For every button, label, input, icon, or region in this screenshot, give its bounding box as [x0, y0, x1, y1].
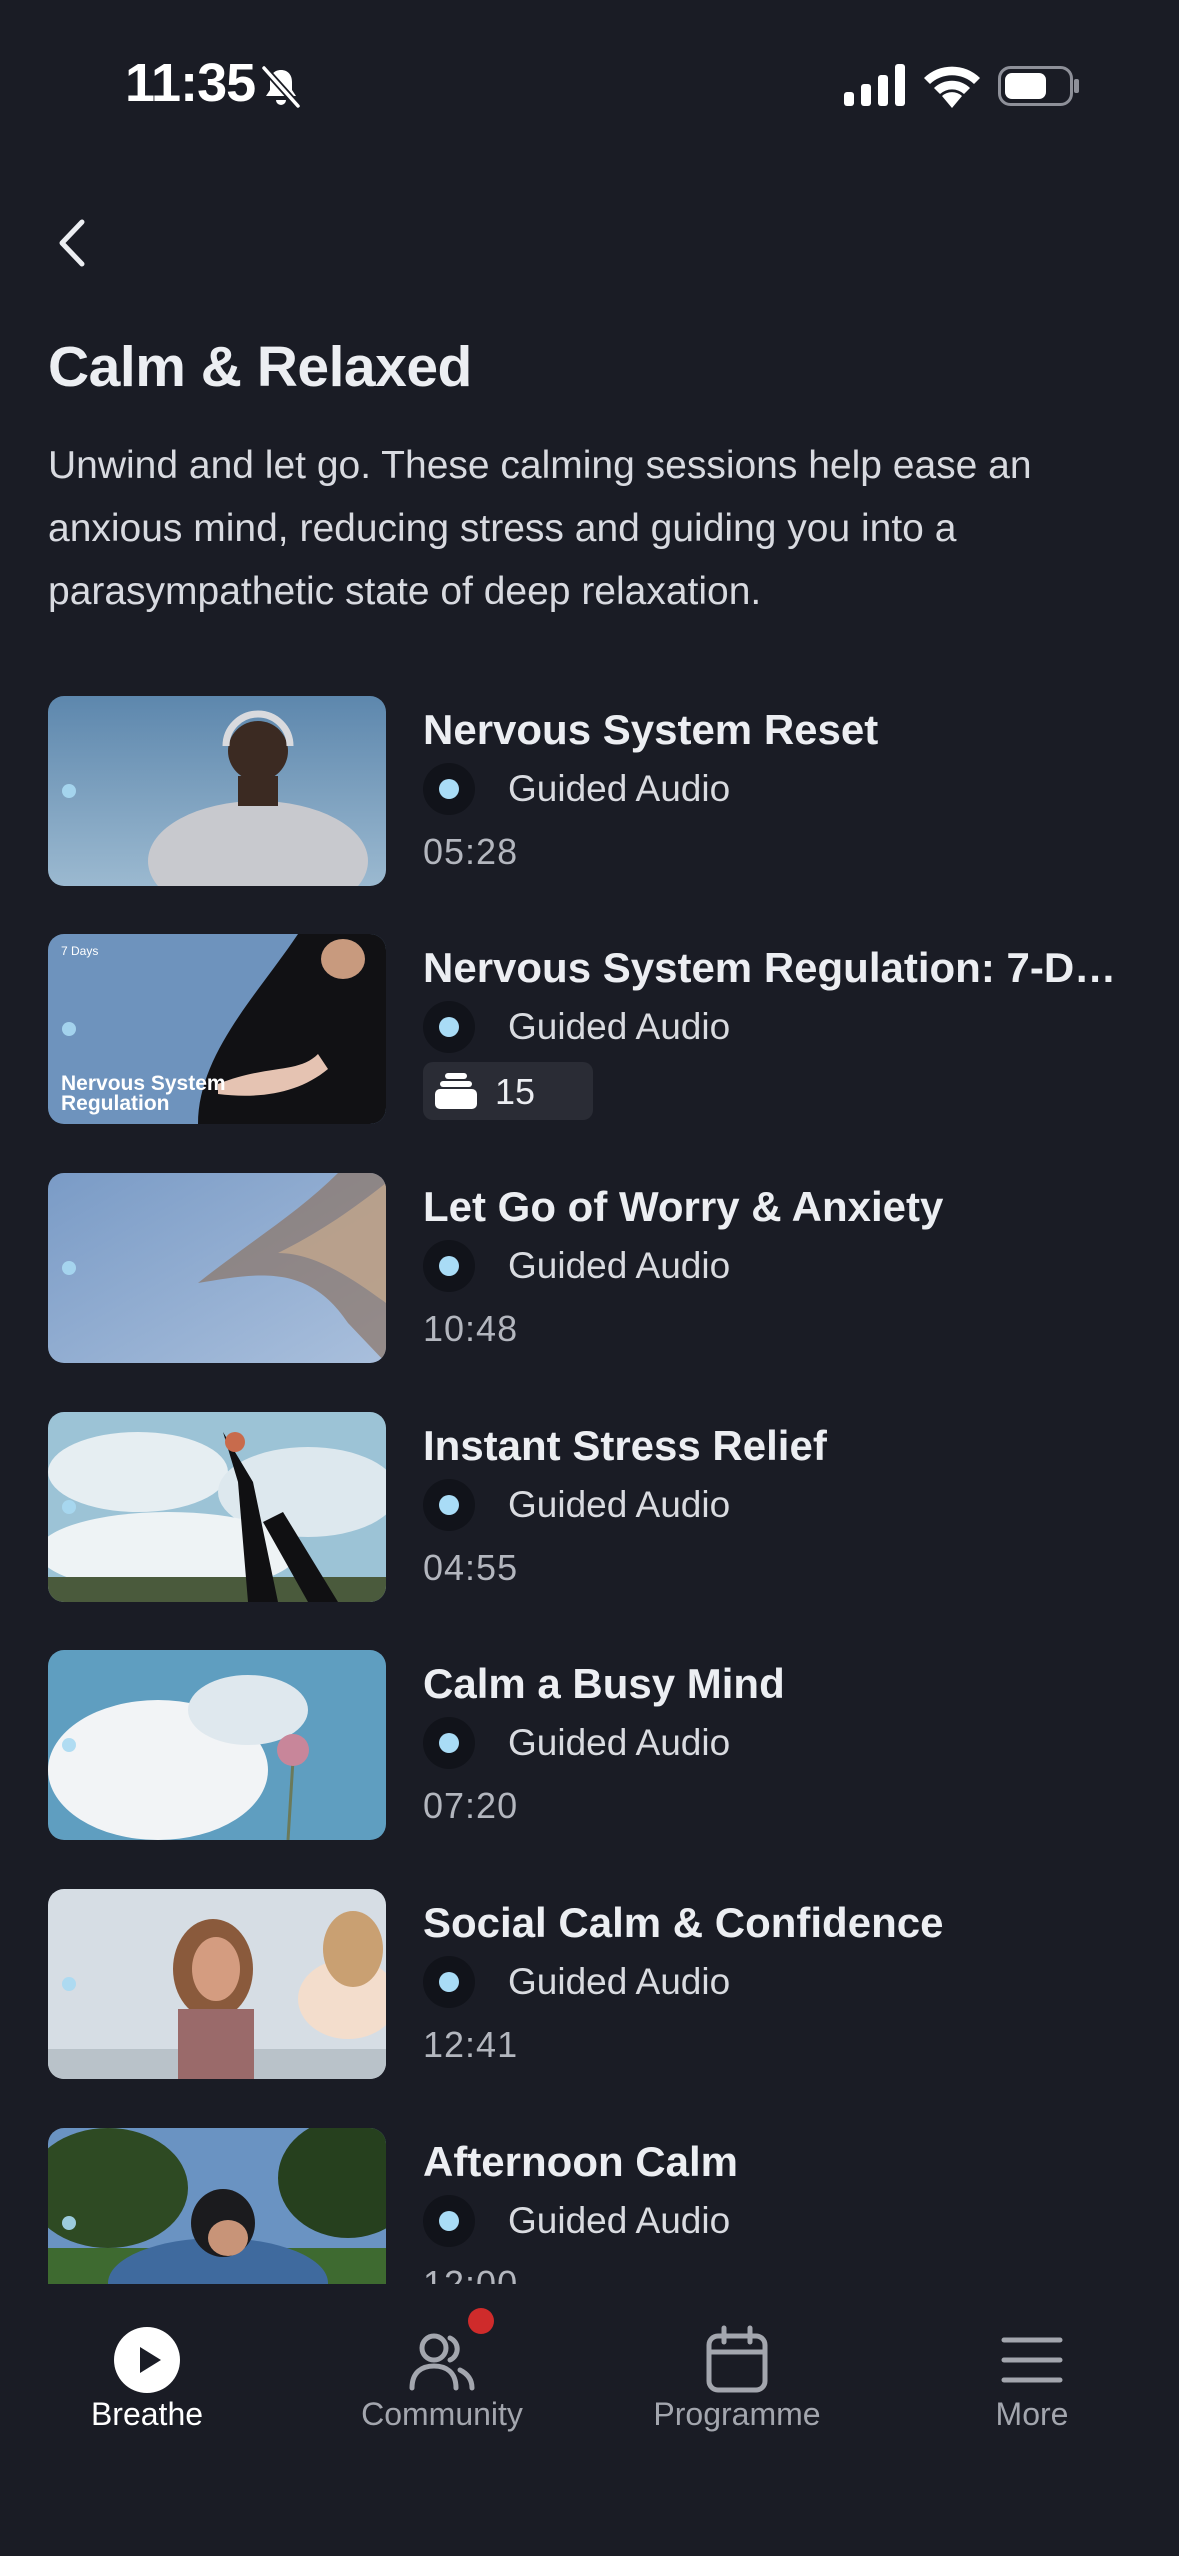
session-type: Guided Audio	[508, 1722, 731, 1763]
calendar-icon	[706, 2325, 768, 2393]
audio-dot-icon	[423, 1717, 475, 1769]
session-item[interactable]: Social Calm & Confidence Guided Audio 12…	[48, 1889, 1138, 2081]
people-icon	[409, 2333, 475, 2391]
session-item[interactable]: Calm a Busy Mind Guided Audio 07:20	[48, 1650, 1138, 1842]
tab-label: Programme	[653, 2396, 821, 2432]
session-duration: 07:20	[423, 1785, 519, 1826]
thumbnail-dot	[62, 1738, 76, 1752]
tab-bar: Breathe Community Programme More	[0, 2284, 1179, 2556]
session-type: Guided Audio	[508, 768, 731, 809]
session-thumbnail	[48, 1412, 386, 1602]
screen: 11:35 Calm & Relaxed Unwind and let go.	[0, 0, 1179, 2556]
session-count-badge: 15	[423, 1062, 593, 1120]
thumbnail-dot	[62, 1261, 76, 1275]
session-title: Instant Stress Relief	[423, 1422, 827, 1469]
status-bar: 11:35	[0, 0, 1179, 150]
bell-off-icon	[261, 65, 301, 109]
battery-icon	[998, 66, 1079, 106]
session-thumbnail	[48, 2128, 386, 2284]
session-item[interactable]: Nervous System Reset Guided Audio 05:28	[48, 696, 1138, 888]
session-list: Nervous System Reset Guided Audio 05:28 …	[48, 696, 1138, 2284]
session-title: Social Calm & Confidence	[423, 1899, 944, 1946]
session-duration: 10:48	[423, 1308, 519, 1349]
menu-icon	[1001, 2337, 1063, 2383]
session-title: Calm a Busy Mind	[423, 1660, 785, 1707]
session-duration: 04:55	[423, 1547, 519, 1588]
session-item[interactable]: Afternoon Calm Guided Audio 12:00	[48, 2128, 1138, 2284]
wifi-icon	[924, 66, 980, 108]
thumbnail-tag: 7 Days	[61, 944, 99, 958]
session-thumbnail: 7 Days Nervous System Regulation	[48, 934, 386, 1124]
audio-dot-icon	[423, 1479, 475, 1531]
session-item[interactable]: Let Go of Worry & Anxiety Guided Audio 1…	[48, 1173, 1138, 1365]
session-title: Nervous System Regulation: 7-Day Course	[423, 944, 1138, 991]
thumbnail-dot	[62, 1022, 76, 1036]
tab-more[interactable]: More	[912, 2284, 1152, 2444]
status-time: 11:35	[125, 53, 256, 113]
audio-dot-icon	[423, 1001, 475, 1053]
play-circle-icon	[114, 2327, 180, 2393]
session-type: Guided Audio	[508, 2200, 731, 2241]
page-title: Calm & Relaxed	[48, 335, 472, 399]
tab-label: Breathe	[90, 2396, 204, 2432]
tab-breathe[interactable]: Breathe	[27, 2284, 267, 2444]
session-thumbnail	[48, 1889, 386, 2079]
session-count: 15	[495, 1071, 536, 1112]
session-thumbnail	[48, 1650, 386, 1840]
session-duration: 12:41	[423, 2024, 519, 2065]
audio-dot-icon	[423, 763, 475, 815]
tab-label: More	[995, 2396, 1069, 2432]
session-duration: 05:28	[423, 831, 519, 872]
session-duration: 12:00	[423, 2263, 519, 2284]
audio-dot-icon	[423, 1240, 475, 1292]
thumbnail-dot	[62, 1977, 76, 1991]
thumbnail-caption: Nervous System Regulation	[61, 1072, 226, 1115]
session-item[interactable]: 7 Days Nervous System Regulation Nervous …	[48, 934, 1138, 1126]
tab-community[interactable]: Community	[322, 2284, 562, 2444]
back-button[interactable]	[48, 214, 96, 272]
thumbnail-dot	[62, 784, 76, 798]
session-type: Guided Audio	[508, 1484, 731, 1525]
tab-label: Community	[361, 2396, 523, 2432]
notification-dot	[468, 2308, 494, 2334]
thumbnail-dot	[62, 1500, 76, 1514]
session-item[interactable]: Instant Stress Relief Guided Audio 04:55	[48, 1412, 1138, 1604]
session-title: Let Go of Worry & Anxiety	[423, 1183, 944, 1230]
session-type: Guided Audio	[508, 1006, 731, 1047]
stack-icon	[435, 1073, 477, 1109]
signal-icon	[844, 64, 905, 106]
audio-dot-icon	[423, 1956, 475, 2008]
session-type: Guided Audio	[508, 1245, 731, 1286]
session-thumbnail	[48, 1173, 386, 1363]
thumbnail-dot	[62, 2216, 76, 2230]
session-title: Afternoon Calm	[423, 2138, 738, 2185]
tab-programme[interactable]: Programme	[617, 2284, 857, 2444]
session-thumbnail	[48, 696, 386, 886]
session-type: Guided Audio	[508, 1961, 731, 2002]
page-description: Unwind and let go. These calming session…	[48, 444, 1032, 613]
audio-dot-icon	[423, 2195, 475, 2247]
session-title: Nervous System Reset	[423, 706, 879, 753]
